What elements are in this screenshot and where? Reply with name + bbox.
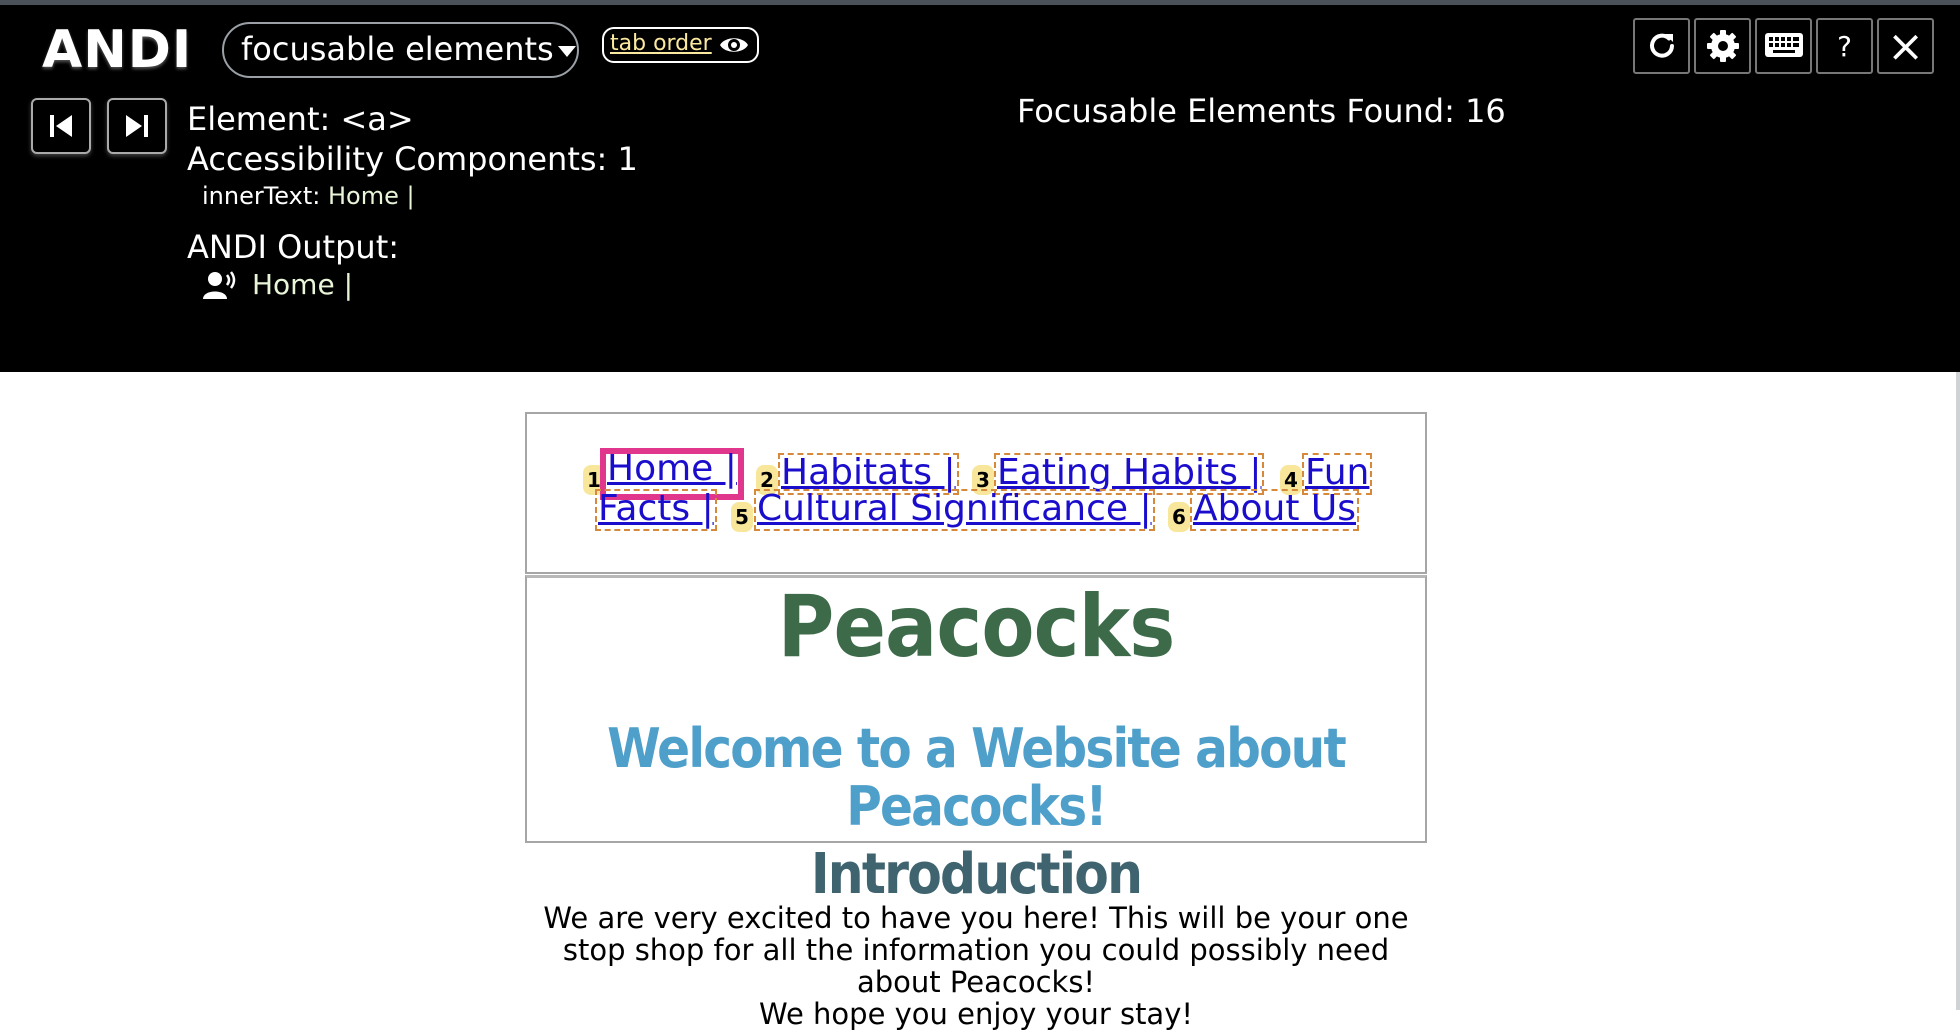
intro-text-block: We are very excited to have you here! Th… (525, 902, 1427, 1030)
inner-text-row: innerText: Home | (202, 182, 415, 210)
accessibility-components-label: Accessibility Components: 1 (187, 140, 638, 178)
close-icon: × (1887, 20, 1924, 72)
gear-icon (1706, 30, 1739, 62)
eye-icon (720, 38, 748, 52)
andi-controls: ? × (1633, 18, 1934, 74)
inner-text-value: Home | (328, 182, 415, 210)
scrollbar[interactable] (1956, 372, 1960, 1010)
skip-next-icon (126, 115, 148, 137)
previous-element-button[interactable] (31, 98, 91, 154)
element-tag-label: Element: <a> (187, 100, 414, 138)
nav-link-fun-facts-cont[interactable]: Facts | (595, 489, 717, 531)
andi-output-label: ANDI Output: (187, 228, 400, 266)
welcome-heading: Welcome to a Website about Peacocks! (607, 717, 1347, 838)
inner-text-key: innerText: (202, 182, 321, 210)
help-icon: ? (1837, 29, 1852, 63)
page-title: Peacocks (777, 577, 1176, 677)
tab-order-label: tab order (610, 31, 712, 56)
page-content: 1 Home | 2 Habitats | 3 Eating Habits | … (0, 372, 1960, 1030)
intro-paragraph: We are very excited to have you here! Th… (543, 901, 1409, 999)
caret-down-icon (557, 45, 576, 57)
focusable-count: Focusable Elements Found: 16 (1017, 92, 1506, 130)
keyboard-button[interactable] (1755, 18, 1812, 74)
speaker-person-icon (203, 270, 236, 299)
tab-order-toggle[interactable]: tab order (602, 27, 759, 63)
andi-toolbar: ANDI focusable elements tab order ? × El… (0, 0, 1960, 372)
refresh-icon (1649, 33, 1674, 58)
nav-link-cultural-significance[interactable]: Cultural Significance | (754, 489, 1155, 531)
andi-logo: ANDI (42, 20, 193, 80)
intro-paragraph-2: We hope you enjoy your stay! (759, 997, 1193, 1031)
top-border (0, 0, 1960, 5)
keyboard-icon (1764, 33, 1803, 57)
nav-link-about-us[interactable]: About Us (1190, 489, 1359, 531)
skip-previous-icon (50, 115, 72, 137)
module-select-label: focusable elements (241, 30, 554, 68)
help-button[interactable]: ? (1816, 18, 1873, 74)
tab-order-badge: 6 (1168, 502, 1190, 532)
introduction-heading: Introduction (810, 842, 1143, 907)
close-button[interactable]: × (1877, 18, 1934, 74)
settings-button[interactable] (1694, 18, 1751, 74)
next-element-button[interactable] (107, 98, 167, 154)
andi-output-value: Home | (252, 268, 354, 301)
tab-order-badge: 5 (731, 502, 753, 532)
andi-output-row: Home | (202, 268, 353, 301)
refresh-button[interactable] (1633, 18, 1690, 74)
module-select[interactable]: focusable elements (222, 22, 579, 78)
